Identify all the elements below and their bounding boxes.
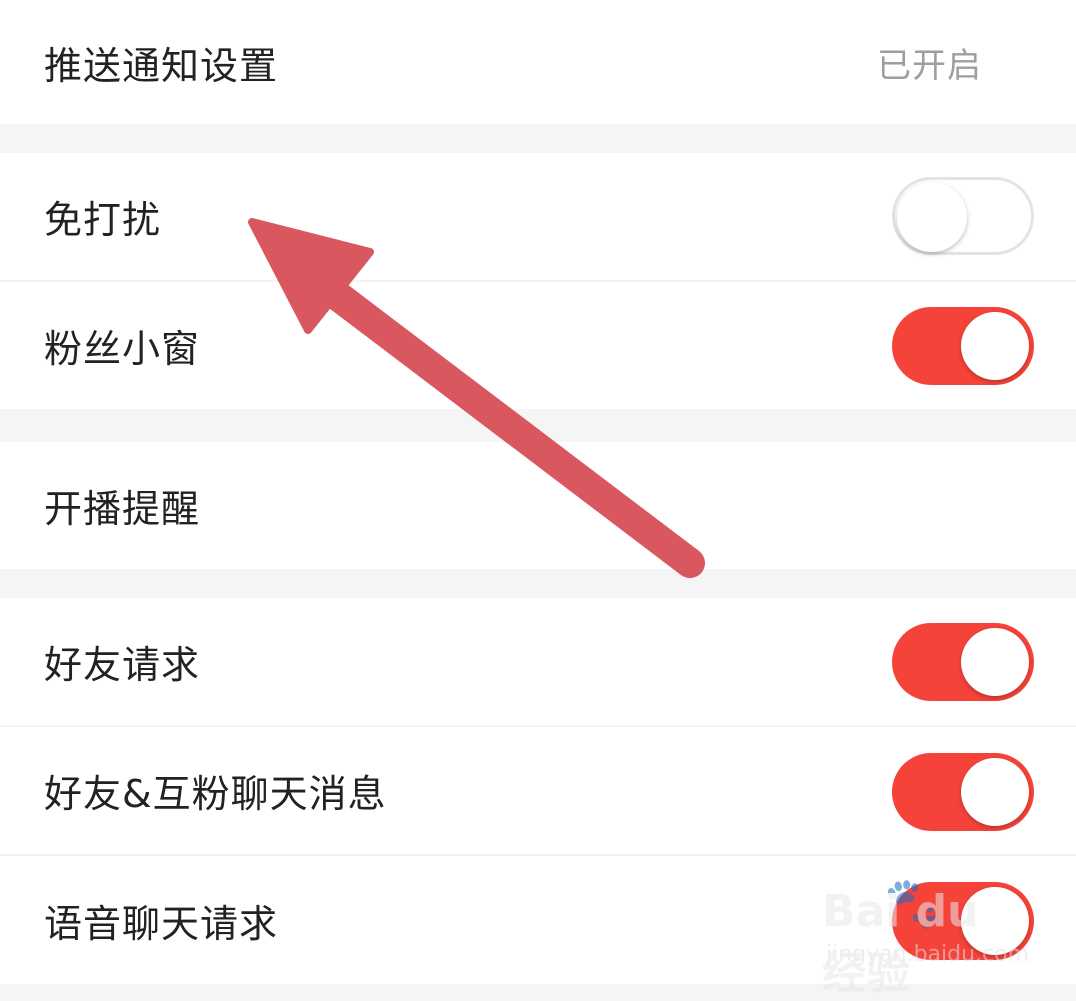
friend-chat-toggle[interactable]	[892, 753, 1034, 831]
fan-window-row: 粉丝小窗	[0, 282, 1076, 409]
friend-chat-label: 好友&互粉聊天消息	[44, 772, 387, 816]
friend-request-toggle[interactable]	[892, 623, 1034, 701]
toggle-knob	[961, 758, 1029, 826]
friend-request-row: 好友请求	[0, 598, 1076, 725]
dnd-toggle[interactable]	[892, 177, 1034, 255]
fan-window-label: 粉丝小窗	[44, 327, 201, 371]
live-reminder-row[interactable]: 开播提醒	[0, 442, 1076, 569]
fan-window-toggle[interactable]	[892, 307, 1034, 385]
toggle-knob	[961, 312, 1029, 380]
friend-request-label: 好友请求	[44, 643, 201, 687]
push-settings-row[interactable]: 推送通知设置 已开启	[0, 0, 1076, 124]
dnd-label: 免打扰	[44, 198, 162, 242]
friend-chat-row: 好友&互粉聊天消息	[0, 727, 1076, 854]
push-settings-status: 已开启	[877, 45, 982, 86]
dnd-row: 免打扰	[0, 153, 1076, 280]
toggle-knob	[897, 182, 967, 252]
voice-chat-label: 语音聊天请求	[44, 901, 279, 946]
live-reminder-label: 开播提醒	[44, 487, 201, 531]
toggle-knob	[961, 628, 1029, 696]
watermark-url: jingyan.baidu.com	[826, 942, 1030, 967]
push-settings-label: 推送通知设置	[44, 43, 279, 88]
baidu-jingyan-watermark: 🐾 Bai du 经验 jingyan.baidu.com	[822, 870, 1029, 999]
